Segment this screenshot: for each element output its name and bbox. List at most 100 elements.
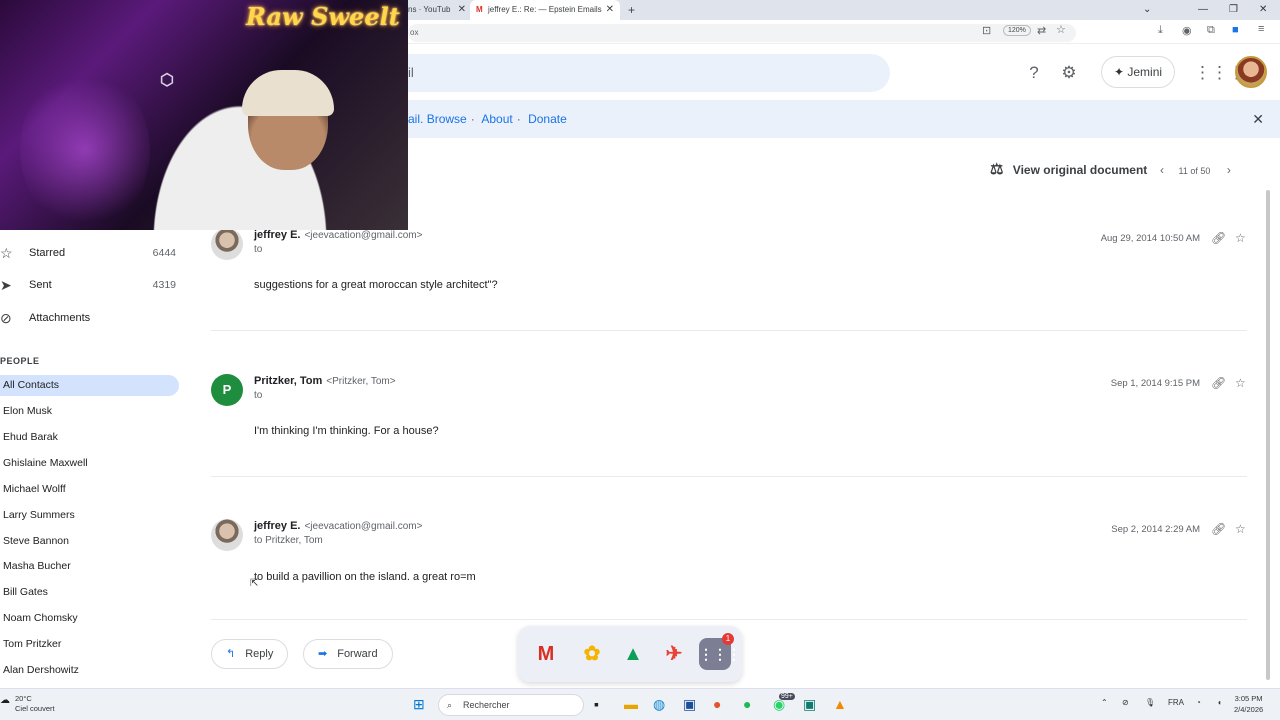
sidebar-item-count: 4319 — [152, 279, 176, 291]
view-original-document-button[interactable]: ⚖ View original document — [990, 160, 1147, 180]
link-icon[interactable]: 🔗︎ — [1211, 231, 1226, 245]
contact-item[interactable]: Masha Bucher — [0, 556, 179, 577]
contact-item[interactable]: Alan Dershowitz — [0, 660, 179, 681]
contact-item[interactable]: Larry Summers — [0, 505, 179, 526]
gmail-tab-icon: M — [476, 5, 483, 14]
contact-item[interactable]: Bill Gates — [0, 582, 179, 603]
banner-link-about[interactable]: About — [481, 112, 512, 126]
scrollbar[interactable] — [1266, 190, 1270, 680]
firefox-icon[interactable]: ● — [713, 696, 721, 712]
tab-label: jeffrey E.: Re: — Epstein Emails — [488, 5, 602, 14]
network-icon[interactable]: ⊘ — [1122, 698, 1129, 707]
sidebar-item-sent[interactable]: ➤ Sent 4319 — [0, 275, 180, 295]
sender-avatar: P — [211, 374, 243, 406]
link-icon[interactable]: 🔗︎ — [1211, 376, 1226, 390]
account-avatar[interactable] — [1235, 56, 1267, 88]
link-icon[interactable]: 🔗︎ — [1211, 522, 1226, 536]
sidebar-item-attachments[interactable]: ⊘ Attachments — [0, 308, 180, 328]
microphone-icon[interactable]: 🎙︎ — [1145, 698, 1155, 707]
contact-item[interactable]: Noam Chomsky — [0, 608, 179, 629]
app-icon[interactable]: ▣ — [803, 696, 816, 712]
tray-chevron-icon[interactable]: ⌃ — [1101, 698, 1108, 707]
download-icon[interactable]: ⤓ — [1158, 24, 1163, 37]
jemini-button[interactable]: ✦ Jemini — [1101, 56, 1175, 88]
store-icon[interactable]: ▣ — [683, 696, 696, 712]
contact-all-contacts[interactable]: All Contacts — [0, 375, 179, 396]
wifi-icon[interactable]: ◔ — [1196, 698, 1201, 707]
gmail-icon[interactable]: M — [530, 638, 562, 670]
flights-icon[interactable]: ✈ — [658, 638, 690, 670]
maximize-icon[interactable]: ❐ — [1229, 0, 1238, 20]
extensions-icon[interactable]: ⧉ — [1207, 24, 1215, 37]
windows-start-icon[interactable]: ⊞ — [413, 696, 425, 712]
task-view-icon[interactable]: ▪ — [594, 696, 599, 712]
sender-email: <Pritzker, Tom> — [326, 376, 396, 387]
tab-search-icon[interactable]: ⌄ — [1143, 0, 1151, 20]
banner-link-donate[interactable]: Donate — [528, 112, 567, 126]
contact-item[interactable]: Tom Pritzker — [0, 634, 179, 655]
help-icon[interactable]: ? — [1023, 62, 1045, 84]
vlc-icon[interactable]: ▲ — [833, 696, 847, 712]
next-icon[interactable]: › — [1227, 163, 1231, 177]
sparkle-icon: ✦ — [1113, 65, 1125, 79]
tab-epstein-emails[interactable]: M jeffrey E.: Re: — Epstein Emails ✕ — [470, 0, 620, 20]
install-icon[interactable]: ⊡ — [982, 24, 991, 37]
banner-close-icon[interactable]: ✕ — [1252, 100, 1264, 138]
minimize-icon[interactable]: — — [1198, 0, 1208, 20]
sidebar-item-count: 6444 — [152, 247, 176, 259]
windows-taskbar: ☁ 20°C Ciel couvert ⊞ ⌕ Rechercher ▪ ▬ ◍… — [0, 688, 1280, 720]
url-field[interactable]: ox — [408, 24, 1076, 42]
browser-menu-icon[interactable]: ≡ — [1258, 23, 1264, 35]
neon-sign: Raw Sweelt — [246, 2, 400, 31]
sidebar-item-starred[interactable]: ☆ Starred 6444 — [0, 243, 180, 263]
extension-blue-icon[interactable]: ■ — [1232, 24, 1239, 36]
sidebar-item-label: Sent — [29, 279, 52, 291]
taskbar-search[interactable]: ⌕ Rechercher — [438, 694, 584, 716]
close-icon[interactable]: ✕ — [458, 0, 466, 20]
contact-item[interactable]: Ghislaine Maxwell — [0, 453, 179, 474]
people-heading: PEOPLE — [0, 356, 40, 366]
window-close-icon[interactable]: ✕ — [1259, 0, 1267, 20]
language-indicator[interactable]: FRA — [1168, 698, 1184, 707]
contact-item[interactable]: Steve Bannon — [0, 531, 179, 552]
weather-widget[interactable]: 20°C Ciel couvert — [15, 694, 55, 714]
profile-icon[interactable]: ◉ — [1182, 24, 1192, 37]
contact-item[interactable]: Ehud Barak — [0, 427, 179, 448]
drive-icon[interactable]: ▲ — [617, 638, 649, 670]
photos-icon[interactable]: ✿ — [576, 638, 608, 670]
sender-name: jeffrey E. — [254, 520, 301, 532]
translate-icon[interactable]: ⇄ — [1037, 24, 1046, 37]
message-sender: jeffrey E. <jeevacation@gmail.com> — [254, 520, 422, 532]
star-icon[interactable]: ☆ — [1235, 522, 1246, 536]
banner-link-browse[interactable]: Browse — [427, 112, 467, 126]
taskbar-clock[interactable]: 3:05 PM 2/4/2026 — [1234, 693, 1263, 715]
forward-button[interactable]: ➡ Forward — [303, 639, 393, 669]
whatsapp-badge: 99+ — [779, 693, 795, 700]
reply-button[interactable]: ↰ Reply — [211, 639, 289, 669]
message-date: Sep 1, 2014 9:15 PM — [1110, 378, 1200, 389]
contact-item[interactable]: Michael Wolff — [0, 479, 179, 500]
paperclip-icon: ⊘ — [0, 310, 12, 326]
edge-icon[interactable]: ◍ — [653, 696, 665, 712]
mouse-cursor-icon: ⇱ — [250, 578, 259, 589]
view-original-label: View original document — [1012, 163, 1148, 177]
bookmark-star-icon[interactable]: ☆ — [1056, 23, 1066, 36]
pager-text: 11 of 50 — [1178, 166, 1211, 176]
search-bar[interactable]: il — [408, 54, 890, 92]
prev-icon[interactable]: ‹ — [1160, 163, 1164, 177]
tab-youtube[interactable]: ns · YouTub ✕ — [408, 0, 466, 20]
spotify-icon[interactable]: ● — [743, 696, 751, 712]
close-icon[interactable]: ✕ — [606, 0, 614, 20]
volume-icon[interactable]: ◖ — [1217, 698, 1222, 707]
contact-item[interactable]: Elon Musk — [0, 401, 179, 422]
new-tab-button[interactable]: + — [628, 0, 635, 20]
jemini-label: Jemini — [1127, 65, 1163, 79]
gear-icon[interactable]: ⚙ — [1058, 62, 1080, 84]
sidebar-item-label: Starred — [29, 247, 66, 259]
file-explorer-icon[interactable]: ▬ — [624, 696, 638, 712]
star-icon[interactable]: ☆ — [1235, 231, 1246, 245]
apps-grid-icon[interactable]: ⋮⋮⋮ — [1194, 62, 1245, 84]
star-icon[interactable]: ☆ — [1235, 376, 1246, 390]
clock-date: 2/4/2026 — [1234, 705, 1264, 714]
zoom-indicator[interactable]: 120% — [1003, 25, 1031, 36]
